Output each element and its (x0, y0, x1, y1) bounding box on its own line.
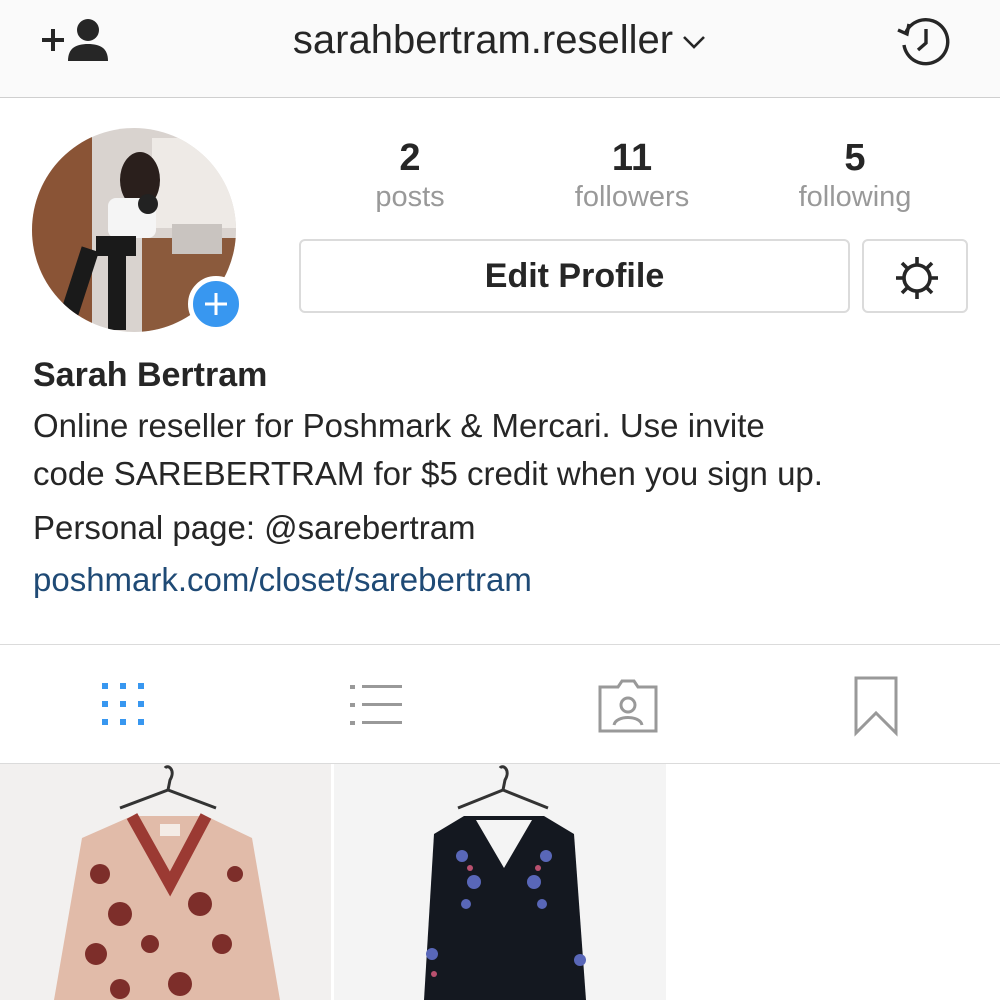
tab-grid[interactable] (0, 645, 250, 763)
bio-text-line-2: code SAREBERTRAM for $5 credit when you … (33, 455, 823, 492)
tab-saved[interactable] (750, 645, 1000, 763)
top-nav: sarahbertram.reseller (0, 0, 1000, 98)
archive-history-button[interactable] (894, 12, 956, 70)
grid-icon (102, 683, 144, 725)
posts-label: posts (375, 181, 445, 213)
stat-followers[interactable]: 11 followers (532, 136, 732, 214)
bookmark-icon (854, 676, 898, 737)
profile-tabs (0, 644, 1000, 764)
post-thumbnail[interactable] (334, 764, 666, 1000)
following-count: 5 (844, 137, 866, 179)
chevron-down-icon (683, 36, 705, 50)
posts-count: 2 (399, 137, 421, 179)
post-thumbnail[interactable] (0, 764, 331, 1000)
followers-label: followers (574, 181, 690, 213)
post-image-floral-blouse (54, 765, 280, 1000)
tab-list[interactable] (250, 645, 500, 763)
gear-icon (896, 257, 938, 299)
following-label: following (798, 181, 912, 213)
username-title: sarahbertram.reseller (292, 18, 674, 62)
account-switcher[interactable]: sarahbertram.reseller (0, 14, 1000, 66)
add-story-button[interactable] (188, 276, 244, 332)
history-icon (897, 18, 950, 66)
profile-name: Sarah Bertram (33, 356, 268, 394)
post-image-black-blouse (424, 765, 586, 1000)
stat-posts[interactable]: 2 posts (310, 136, 510, 214)
tab-tagged[interactable] (500, 645, 750, 763)
followers-count: 11 (611, 137, 653, 179)
bio-text-line-1: Online reseller for Poshmark & Mercari. … (33, 407, 765, 444)
tagged-icon (598, 679, 658, 733)
bio-website-link[interactable]: poshmark.com/closet/sarebertram (33, 560, 532, 600)
settings-button[interactable] (862, 239, 968, 313)
bio-text-line-3: Personal page: @sarebertram (33, 509, 476, 546)
stat-following[interactable]: 5 following (755, 136, 955, 214)
edit-profile-button[interactable]: Edit Profile (299, 239, 850, 313)
list-icon (350, 685, 402, 725)
